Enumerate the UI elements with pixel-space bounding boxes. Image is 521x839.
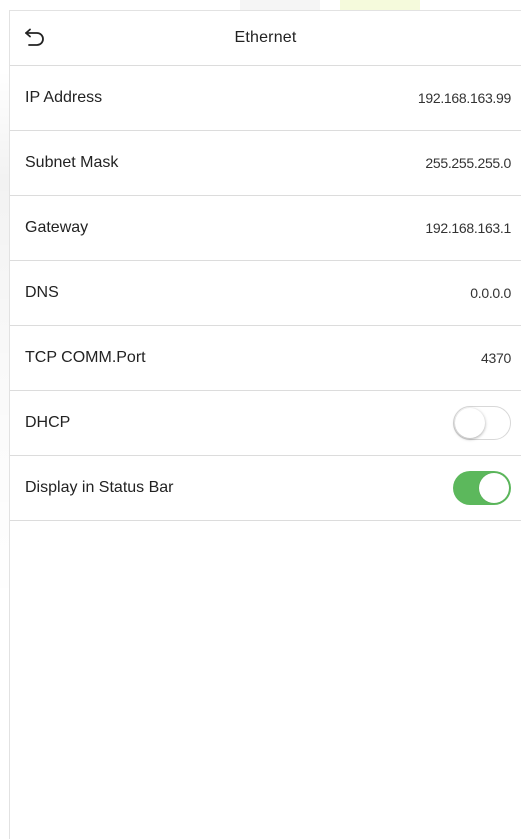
gateway-label: Gateway — [25, 219, 89, 236]
dhcp-toggle[interactable] — [453, 406, 511, 440]
ethernet-screen: Ethernet IP Address 192.168.163.99 Subne… — [9, 10, 521, 839]
dns-value: 0.0.0.0 — [470, 285, 511, 301]
dhcp-row: DHCP — [10, 391, 521, 456]
display-in-status-bar-label: Display in Status Bar — [25, 479, 174, 496]
watermark-top-yellow — [340, 0, 420, 10]
dns-row[interactable]: DNS 0.0.0.0 — [10, 261, 521, 326]
display-in-status-bar-row: Display in Status Bar — [10, 456, 521, 521]
ip-address-label: IP Address — [25, 89, 103, 106]
back-arrow-icon — [25, 28, 44, 46]
page-title: Ethernet — [234, 29, 297, 46]
dhcp-toggle-knob — [455, 408, 485, 438]
header-bar: Ethernet — [10, 11, 521, 65]
ip-address-row[interactable]: IP Address 192.168.163.99 — [10, 66, 521, 131]
tcp-comm-port-label: TCP COMM.Port — [25, 349, 146, 366]
tcp-comm-port-row[interactable]: TCP COMM.Port 4370 — [10, 326, 521, 391]
ip-address-value: 192.168.163.99 — [417, 90, 511, 106]
dhcp-label: DHCP — [25, 414, 71, 431]
display-in-status-bar-toggle-knob — [479, 473, 509, 503]
subnet-mask-label: Subnet Mask — [25, 154, 119, 171]
watermark-top-gray — [240, 0, 320, 10]
gateway-value: 192.168.163.1 — [425, 220, 511, 236]
tcp-comm-port-value: 4370 — [481, 350, 511, 366]
back-button[interactable] — [20, 24, 48, 52]
dns-label: DNS — [25, 284, 59, 301]
gateway-row[interactable]: Gateway 192.168.163.1 — [10, 196, 521, 261]
subnet-mask-value: 255.255.255.0 — [425, 155, 511, 171]
display-in-status-bar-toggle[interactable] — [453, 471, 511, 505]
settings-list: IP Address 192.168.163.99 Subnet Mask 25… — [10, 65, 521, 521]
subnet-mask-row[interactable]: Subnet Mask 255.255.255.0 — [10, 131, 521, 196]
